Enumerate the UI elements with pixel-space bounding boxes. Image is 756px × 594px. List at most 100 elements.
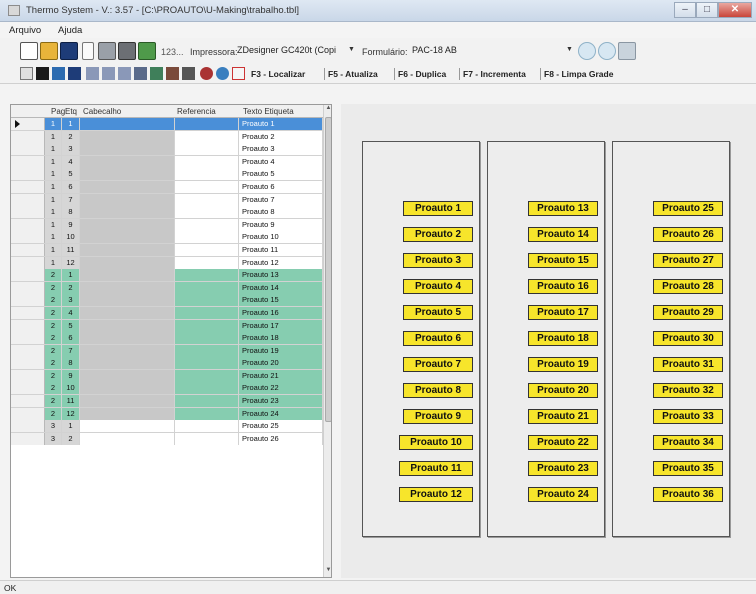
cell-etq[interactable]: 4	[62, 306, 80, 319]
label-preview-item[interactable]: Proauto 27	[653, 253, 723, 268]
open-folder-icon[interactable]	[40, 42, 58, 60]
cell-pag[interactable]: 1	[45, 256, 62, 269]
cell-referencia[interactable]	[175, 231, 239, 244]
cell-texto-etiqueta[interactable]: Proauto 20	[239, 357, 323, 370]
cell-referencia[interactable]	[175, 357, 239, 370]
cell-pag[interactable]: 1	[45, 168, 62, 181]
menu-ajuda[interactable]: Ajuda	[58, 25, 82, 36]
cell-texto-etiqueta[interactable]: Proauto 2	[239, 130, 323, 143]
cell-referencia[interactable]	[175, 256, 239, 269]
form-dropdown-arrow[interactable]: ▼	[566, 46, 573, 53]
label-preview-item[interactable]: Proauto 19	[528, 357, 598, 372]
cell-referencia[interactable]	[175, 420, 239, 433]
menu-arquivo[interactable]: Arquivo	[9, 25, 41, 36]
table-row[interactable]: 1 9 Proauto 9	[11, 218, 323, 232]
table-row[interactable]: 1 5 Proauto 5	[11, 168, 323, 181]
cell-etq[interactable]: 12	[62, 256, 80, 269]
label-preview-item[interactable]: Proauto 31	[653, 357, 723, 372]
cell-etq[interactable]: 10	[62, 382, 80, 395]
cell-cabecalho[interactable]	[80, 319, 175, 332]
cell-pag[interactable]: 1	[45, 118, 62, 130]
settings-icon[interactable]	[618, 42, 636, 60]
cell-texto-etiqueta[interactable]: Proauto 25	[239, 420, 323, 433]
label-preview-item[interactable]: Proauto 10	[399, 435, 473, 450]
cell-cabecalho[interactable]	[80, 432, 175, 445]
cell-referencia[interactable]	[175, 243, 239, 256]
cell-referencia[interactable]	[175, 332, 239, 345]
table-icon[interactable]	[150, 67, 163, 80]
label-preview-item[interactable]: Proauto 14	[528, 227, 598, 242]
cell-cabecalho[interactable]	[80, 369, 175, 382]
cell-etq[interactable]: 1	[62, 269, 80, 282]
cell-referencia[interactable]	[175, 306, 239, 319]
table-row[interactable]: 1 11 Proauto 11	[11, 243, 323, 257]
label-preview-item[interactable]: Proauto 33	[653, 409, 723, 424]
cell-cabecalho[interactable]	[80, 269, 175, 282]
cell-etq[interactable]: 5	[62, 168, 80, 181]
cell-pag[interactable]: 2	[45, 294, 62, 307]
print-preview-icon[interactable]	[98, 42, 116, 60]
cell-cabecalho[interactable]	[80, 118, 175, 130]
cell-referencia[interactable]	[175, 155, 239, 168]
cell-referencia[interactable]	[175, 344, 239, 357]
cell-pag[interactable]: 1	[45, 143, 62, 156]
cell-cabecalho[interactable]	[80, 180, 175, 193]
cell-referencia[interactable]	[175, 218, 239, 231]
refresh-icon[interactable]	[216, 67, 229, 80]
table-row[interactable]: 2 4 Proauto 16	[11, 306, 323, 320]
cell-referencia[interactable]	[175, 395, 239, 408]
barcode-icon[interactable]	[134, 67, 147, 80]
cell-pag[interactable]: 2	[45, 369, 62, 382]
cell-etq[interactable]: 3	[62, 294, 80, 307]
cell-referencia[interactable]	[175, 206, 239, 219]
cell-pag[interactable]: 2	[45, 281, 62, 294]
label-preview-item[interactable]: Proauto 24	[528, 487, 598, 502]
image-icon[interactable]	[52, 67, 65, 80]
label-preview-item[interactable]: Proauto 15	[528, 253, 598, 268]
cell-cabecalho[interactable]	[80, 294, 175, 307]
align-center-icon[interactable]	[102, 67, 115, 80]
cell-pag[interactable]: 2	[45, 395, 62, 408]
close-button[interactable]: ✕	[718, 2, 752, 18]
cell-texto-etiqueta[interactable]: Proauto 13	[239, 269, 323, 282]
printer-icon[interactable]	[118, 42, 136, 60]
cell-etq[interactable]: 9	[62, 369, 80, 382]
fkey-limpa-grade[interactable]: F8 - Limpa Grade	[544, 69, 613, 79]
label-preview-item[interactable]: Proauto 2	[403, 227, 473, 242]
abc-icon[interactable]	[20, 67, 33, 80]
label-preview-item[interactable]: Proauto 21	[528, 409, 598, 424]
cell-texto-etiqueta[interactable]: Proauto 10	[239, 231, 323, 244]
cell-texto-etiqueta[interactable]: Proauto 5	[239, 168, 323, 181]
cell-pag[interactable]: 1	[45, 155, 62, 168]
cell-cabecalho[interactable]	[80, 407, 175, 420]
align-right-icon[interactable]	[118, 67, 131, 80]
counter-icon-label[interactable]: 123...	[161, 47, 184, 57]
cell-texto-etiqueta[interactable]: Proauto 12	[239, 256, 323, 269]
cell-pag[interactable]: 1	[45, 130, 62, 143]
cell-referencia[interactable]	[175, 143, 239, 156]
label-preview-item[interactable]: Proauto 12	[399, 487, 473, 502]
cell-etq[interactable]: 1	[62, 118, 80, 130]
label-preview-item[interactable]: Proauto 16	[528, 279, 598, 294]
label-preview-item[interactable]: Proauto 29	[653, 305, 723, 320]
cell-etq[interactable]: 2	[62, 432, 80, 445]
cell-cabecalho[interactable]	[80, 231, 175, 244]
cell-cabecalho[interactable]	[80, 243, 175, 256]
cell-texto-etiqueta[interactable]: Proauto 8	[239, 206, 323, 219]
fkey-localizar[interactable]: F3 - Localizar	[251, 69, 305, 79]
label-preview-item[interactable]: Proauto 1	[403, 201, 473, 216]
table-row[interactable]: 1 4 Proauto 4	[11, 155, 323, 169]
header-pag[interactable]: Pag	[51, 107, 65, 116]
form-select[interactable]: PAC-18 AB	[412, 45, 457, 58]
scroll-thumb[interactable]	[325, 117, 331, 422]
cell-pag[interactable]: 1	[45, 231, 62, 244]
cell-cabecalho[interactable]	[80, 218, 175, 231]
cell-cabecalho[interactable]	[80, 155, 175, 168]
label-preview-item[interactable]: Proauto 17	[528, 305, 598, 320]
table-row[interactable]: 1 12 Proauto 12	[11, 256, 323, 270]
cell-texto-etiqueta[interactable]: Proauto 19	[239, 344, 323, 357]
label-preview-item[interactable]: Proauto 26	[653, 227, 723, 242]
omega-icon[interactable]	[200, 67, 213, 80]
new-file-icon[interactable]	[20, 42, 38, 60]
cell-texto-etiqueta[interactable]: Proauto 1	[239, 118, 323, 130]
